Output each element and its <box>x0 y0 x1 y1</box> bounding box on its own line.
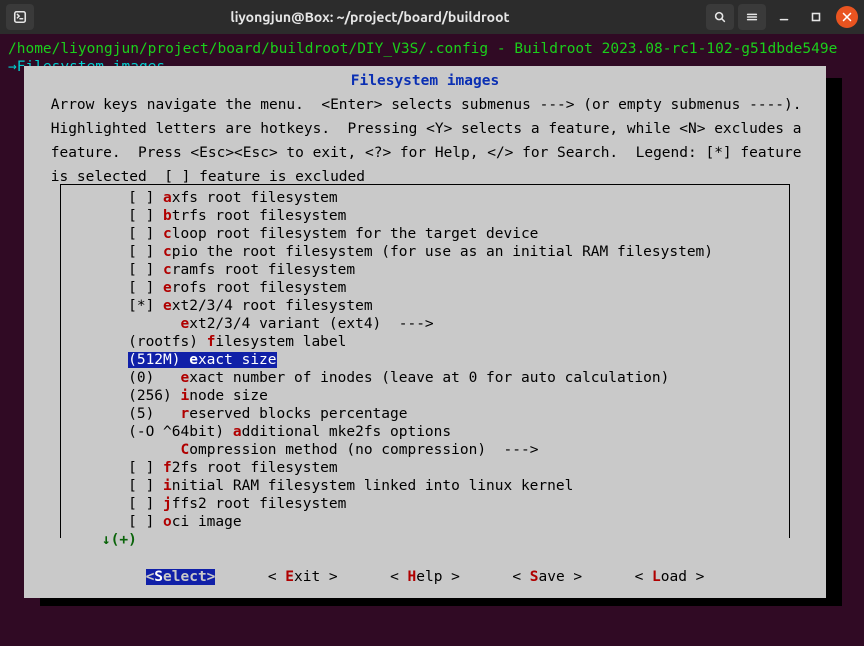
menu-item[interactable]: [ ] f2fs root filesystem <box>67 460 338 476</box>
exit-button[interactable]: < Exit > <box>268 569 338 585</box>
menu-item[interactable]: [ ] initial RAM filesystem linked into l… <box>67 478 573 494</box>
terminal-icon <box>13 10 27 24</box>
menu-button[interactable] <box>738 4 766 30</box>
menuconfig-dialog: Filesystem images Arrow keys navigate th… <box>24 66 826 598</box>
menu-item[interactable]: [*] ext2/3/4 root filesystem <box>67 298 373 314</box>
dialog-help-line: feature. Press <Esc><Esc> to exit, <?> f… <box>24 138 826 162</box>
minimize-icon <box>777 10 791 24</box>
menu-item[interactable]: [ ] cpio the root filesystem (for use as… <box>67 244 713 260</box>
menu-item[interactable]: (512M) exact size <box>67 352 277 368</box>
window-titlebar: liyongjun@Box: ~/project/board/buildroot <box>0 0 864 34</box>
menu-item[interactable]: [ ] cramfs root filesystem <box>67 262 355 278</box>
select-button[interactable]: <Select> <box>146 569 216 585</box>
menu-item[interactable]: (rootfs) filesystem label <box>67 334 346 350</box>
menu-item[interactable]: [ ] erofs root filesystem <box>67 280 346 296</box>
menu-item[interactable]: (0) exact number of inodes (leave at 0 f… <box>67 370 669 386</box>
maximize-icon <box>809 10 823 24</box>
menu-list[interactable]: [ ] axfs root filesystem [ ] btrfs root … <box>61 189 789 531</box>
load-button[interactable]: < Load > <box>635 569 705 585</box>
window-title: liyongjun@Box: ~/project/board/buildroot <box>38 10 702 24</box>
menu-item[interactable]: Compression method (no compression) ---> <box>67 442 538 458</box>
close-button[interactable] <box>836 6 858 28</box>
menu-item[interactable]: [ ] cloop root filesystem for the target… <box>67 226 538 242</box>
search-icon <box>713 10 727 24</box>
search-button[interactable] <box>706 4 734 30</box>
menu-list-frame: [ ] axfs root filesystem [ ] btrfs root … <box>60 184 790 538</box>
menu-item[interactable]: [ ] btrfs root filesystem <box>67 208 346 224</box>
dialog-button-bar: <Select> < Exit > < Help > < Save > < Lo… <box>24 568 826 586</box>
menu-item[interactable]: (5) reserved blocks percentage <box>67 406 407 422</box>
minimize-button[interactable] <box>770 4 798 30</box>
close-icon <box>840 10 854 24</box>
dialog-help-line: Highlighted letters are hotkeys. Pressin… <box>24 114 826 138</box>
help-button[interactable]: < Help > <box>390 569 460 585</box>
menu-item[interactable]: [ ] axfs root filesystem <box>67 190 338 206</box>
menu-item[interactable]: ext2/3/4 variant (ext4) ---> <box>67 316 434 332</box>
menu-item[interactable]: [ ] jffs2 root filesystem <box>67 496 346 512</box>
menu-item[interactable]: (256) inode size <box>67 388 268 404</box>
menu-item[interactable]: [ ] oci image <box>67 514 242 530</box>
new-tab-button[interactable] <box>6 4 34 30</box>
save-button[interactable]: < Save > <box>512 569 582 585</box>
terminal-path-line: /home/liyongjun/project/board/buildroot/… <box>0 40 864 58</box>
menu-item[interactable]: (-O ^64bit) additional mke2fs options <box>67 424 451 440</box>
hamburger-icon <box>745 10 759 24</box>
terminal-area[interactable]: /home/liyongjun/project/board/buildroot/… <box>0 34 864 646</box>
dialog-help-line: is selected [ ] feature is excluded <box>24 162 826 186</box>
dialog-help-line: Arrow keys navigate the menu. <Enter> se… <box>24 90 826 114</box>
dialog-title: Filesystem images <box>42 72 808 90</box>
scroll-indicator: ↓(+) <box>61 531 789 549</box>
maximize-button[interactable] <box>802 4 830 30</box>
